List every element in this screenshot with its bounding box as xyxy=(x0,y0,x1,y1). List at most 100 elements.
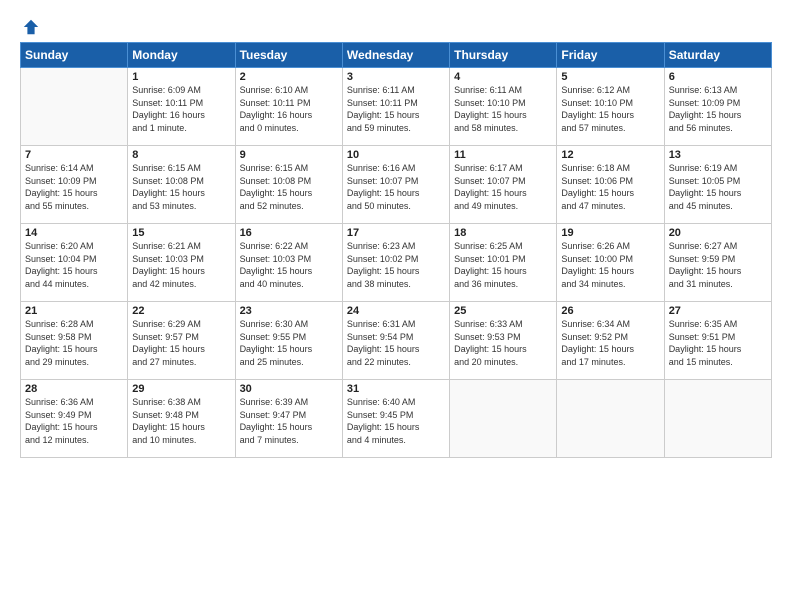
day-info: Sunrise: 6:27 AM Sunset: 9:59 PM Dayligh… xyxy=(669,240,767,290)
day-info: Sunrise: 6:39 AM Sunset: 9:47 PM Dayligh… xyxy=(240,396,338,446)
calendar-cell: 13Sunrise: 6:19 AM Sunset: 10:05 PM Dayl… xyxy=(664,146,771,224)
calendar-cell: 12Sunrise: 6:18 AM Sunset: 10:06 PM Dayl… xyxy=(557,146,664,224)
calendar-header-row: SundayMondayTuesdayWednesdayThursdayFrid… xyxy=(21,43,772,68)
day-info: Sunrise: 6:15 AM Sunset: 10:08 PM Daylig… xyxy=(132,162,230,212)
header xyxy=(20,18,772,32)
day-info: Sunrise: 6:20 AM Sunset: 10:04 PM Daylig… xyxy=(25,240,123,290)
day-number: 21 xyxy=(25,305,123,317)
day-info: Sunrise: 6:25 AM Sunset: 10:01 PM Daylig… xyxy=(454,240,552,290)
day-info: Sunrise: 6:11 AM Sunset: 10:11 PM Daylig… xyxy=(347,84,445,134)
calendar-cell: 17Sunrise: 6:23 AM Sunset: 10:02 PM Dayl… xyxy=(342,224,449,302)
calendar-cell xyxy=(450,380,557,458)
calendar-week-row: 14Sunrise: 6:20 AM Sunset: 10:04 PM Dayl… xyxy=(21,224,772,302)
day-number: 28 xyxy=(25,383,123,395)
calendar-table: SundayMondayTuesdayWednesdayThursdayFrid… xyxy=(20,42,772,458)
day-info: Sunrise: 6:29 AM Sunset: 9:57 PM Dayligh… xyxy=(132,318,230,368)
day-number: 6 xyxy=(669,71,767,83)
day-number: 9 xyxy=(240,149,338,161)
calendar-day-header: Monday xyxy=(128,43,235,68)
calendar-cell: 3Sunrise: 6:11 AM Sunset: 10:11 PM Dayli… xyxy=(342,68,449,146)
day-number: 29 xyxy=(132,383,230,395)
calendar-week-row: 28Sunrise: 6:36 AM Sunset: 9:49 PM Dayli… xyxy=(21,380,772,458)
calendar-cell: 5Sunrise: 6:12 AM Sunset: 10:10 PM Dayli… xyxy=(557,68,664,146)
calendar-cell: 7Sunrise: 6:14 AM Sunset: 10:09 PM Dayli… xyxy=(21,146,128,224)
calendar-cell: 19Sunrise: 6:26 AM Sunset: 10:00 PM Dayl… xyxy=(557,224,664,302)
calendar-cell: 25Sunrise: 6:33 AM Sunset: 9:53 PM Dayli… xyxy=(450,302,557,380)
calendar-cell: 9Sunrise: 6:15 AM Sunset: 10:08 PM Dayli… xyxy=(235,146,342,224)
day-info: Sunrise: 6:31 AM Sunset: 9:54 PM Dayligh… xyxy=(347,318,445,368)
day-info: Sunrise: 6:12 AM Sunset: 10:10 PM Daylig… xyxy=(561,84,659,134)
calendar-cell: 22Sunrise: 6:29 AM Sunset: 9:57 PM Dayli… xyxy=(128,302,235,380)
calendar-cell xyxy=(21,68,128,146)
calendar-cell xyxy=(557,380,664,458)
day-number: 7 xyxy=(25,149,123,161)
calendar-cell: 24Sunrise: 6:31 AM Sunset: 9:54 PM Dayli… xyxy=(342,302,449,380)
day-info: Sunrise: 6:33 AM Sunset: 9:53 PM Dayligh… xyxy=(454,318,552,368)
calendar-cell: 30Sunrise: 6:39 AM Sunset: 9:47 PM Dayli… xyxy=(235,380,342,458)
day-number: 17 xyxy=(347,227,445,239)
calendar-week-row: 7Sunrise: 6:14 AM Sunset: 10:09 PM Dayli… xyxy=(21,146,772,224)
day-info: Sunrise: 6:10 AM Sunset: 10:11 PM Daylig… xyxy=(240,84,338,134)
day-info: Sunrise: 6:13 AM Sunset: 10:09 PM Daylig… xyxy=(669,84,767,134)
day-number: 8 xyxy=(132,149,230,161)
day-number: 14 xyxy=(25,227,123,239)
day-number: 18 xyxy=(454,227,552,239)
calendar-day-header: Tuesday xyxy=(235,43,342,68)
day-number: 31 xyxy=(347,383,445,395)
calendar-cell: 31Sunrise: 6:40 AM Sunset: 9:45 PM Dayli… xyxy=(342,380,449,458)
calendar-cell: 15Sunrise: 6:21 AM Sunset: 10:03 PM Dayl… xyxy=(128,224,235,302)
day-info: Sunrise: 6:17 AM Sunset: 10:07 PM Daylig… xyxy=(454,162,552,212)
calendar-cell: 2Sunrise: 6:10 AM Sunset: 10:11 PM Dayli… xyxy=(235,68,342,146)
calendar-cell: 21Sunrise: 6:28 AM Sunset: 9:58 PM Dayli… xyxy=(21,302,128,380)
day-number: 16 xyxy=(240,227,338,239)
day-info: Sunrise: 6:09 AM Sunset: 10:11 PM Daylig… xyxy=(132,84,230,134)
day-number: 25 xyxy=(454,305,552,317)
calendar-cell: 20Sunrise: 6:27 AM Sunset: 9:59 PM Dayli… xyxy=(664,224,771,302)
calendar-cell: 23Sunrise: 6:30 AM Sunset: 9:55 PM Dayli… xyxy=(235,302,342,380)
day-number: 27 xyxy=(669,305,767,317)
logo xyxy=(20,18,40,32)
day-number: 23 xyxy=(240,305,338,317)
day-number: 15 xyxy=(132,227,230,239)
day-number: 10 xyxy=(347,149,445,161)
calendar-cell: 10Sunrise: 6:16 AM Sunset: 10:07 PM Dayl… xyxy=(342,146,449,224)
logo-icon xyxy=(22,18,40,36)
calendar-cell: 16Sunrise: 6:22 AM Sunset: 10:03 PM Dayl… xyxy=(235,224,342,302)
calendar-day-header: Friday xyxy=(557,43,664,68)
day-info: Sunrise: 6:19 AM Sunset: 10:05 PM Daylig… xyxy=(669,162,767,212)
day-info: Sunrise: 6:23 AM Sunset: 10:02 PM Daylig… xyxy=(347,240,445,290)
day-info: Sunrise: 6:26 AM Sunset: 10:00 PM Daylig… xyxy=(561,240,659,290)
day-info: Sunrise: 6:36 AM Sunset: 9:49 PM Dayligh… xyxy=(25,396,123,446)
day-info: Sunrise: 6:21 AM Sunset: 10:03 PM Daylig… xyxy=(132,240,230,290)
calendar-week-row: 21Sunrise: 6:28 AM Sunset: 9:58 PM Dayli… xyxy=(21,302,772,380)
calendar-cell: 4Sunrise: 6:11 AM Sunset: 10:10 PM Dayli… xyxy=(450,68,557,146)
calendar-cell: 29Sunrise: 6:38 AM Sunset: 9:48 PM Dayli… xyxy=(128,380,235,458)
day-info: Sunrise: 6:16 AM Sunset: 10:07 PM Daylig… xyxy=(347,162,445,212)
day-info: Sunrise: 6:34 AM Sunset: 9:52 PM Dayligh… xyxy=(561,318,659,368)
day-info: Sunrise: 6:28 AM Sunset: 9:58 PM Dayligh… xyxy=(25,318,123,368)
day-info: Sunrise: 6:35 AM Sunset: 9:51 PM Dayligh… xyxy=(669,318,767,368)
day-info: Sunrise: 6:30 AM Sunset: 9:55 PM Dayligh… xyxy=(240,318,338,368)
calendar-week-row: 1Sunrise: 6:09 AM Sunset: 10:11 PM Dayli… xyxy=(21,68,772,146)
day-info: Sunrise: 6:18 AM Sunset: 10:06 PM Daylig… xyxy=(561,162,659,212)
calendar-cell: 8Sunrise: 6:15 AM Sunset: 10:08 PM Dayli… xyxy=(128,146,235,224)
calendar-cell: 28Sunrise: 6:36 AM Sunset: 9:49 PM Dayli… xyxy=(21,380,128,458)
day-number: 19 xyxy=(561,227,659,239)
day-number: 5 xyxy=(561,71,659,83)
day-info: Sunrise: 6:11 AM Sunset: 10:10 PM Daylig… xyxy=(454,84,552,134)
calendar-day-header: Thursday xyxy=(450,43,557,68)
day-info: Sunrise: 6:15 AM Sunset: 10:08 PM Daylig… xyxy=(240,162,338,212)
day-number: 1 xyxy=(132,71,230,83)
day-number: 26 xyxy=(561,305,659,317)
calendar-cell: 6Sunrise: 6:13 AM Sunset: 10:09 PM Dayli… xyxy=(664,68,771,146)
calendar-day-header: Saturday xyxy=(664,43,771,68)
day-number: 4 xyxy=(454,71,552,83)
day-number: 13 xyxy=(669,149,767,161)
calendar-cell: 18Sunrise: 6:25 AM Sunset: 10:01 PM Dayl… xyxy=(450,224,557,302)
day-number: 24 xyxy=(347,305,445,317)
calendar-day-header: Sunday xyxy=(21,43,128,68)
day-number: 11 xyxy=(454,149,552,161)
calendar-cell: 1Sunrise: 6:09 AM Sunset: 10:11 PM Dayli… xyxy=(128,68,235,146)
day-number: 2 xyxy=(240,71,338,83)
calendar-cell: 11Sunrise: 6:17 AM Sunset: 10:07 PM Dayl… xyxy=(450,146,557,224)
